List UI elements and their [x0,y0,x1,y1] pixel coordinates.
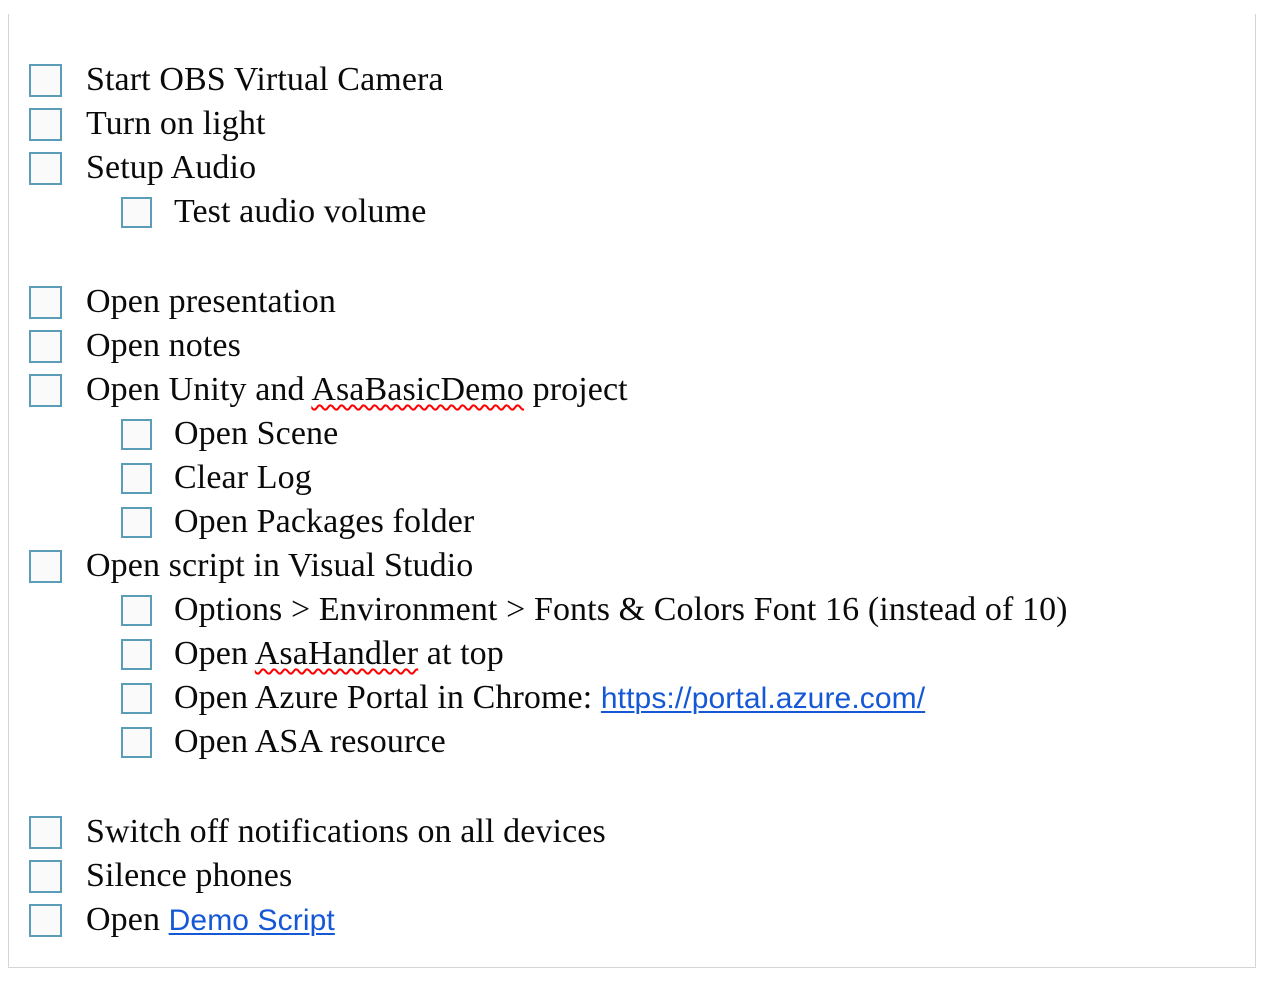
checklist-row[interactable]: Clear Log [9,456,1255,500]
checklist-row[interactable]: Options > Environment > Fonts & Colors F… [9,588,1255,632]
checklist-label-options-environment-fonts-colors: Options > Environment > Fonts & Colors F… [174,591,1068,628]
checkbox-open-asa-resource[interactable] [121,726,152,758]
checkbox-silence-phones[interactable] [29,859,62,893]
checklist-row[interactable]: Switch off notifications on all devices [9,810,1255,854]
checklist-label-start-obs-virtual-camera: Start OBS Virtual Camera [86,61,444,98]
checklist-label-clear-log: Clear Log [174,459,312,496]
checklist-label-setup-audio: Setup Audio [86,149,257,186]
checkbox-options-environment-fonts-colors[interactable] [121,594,152,626]
checklist-row[interactable]: Open notes [9,324,1255,368]
misspelled-word: AsaBasicDemo [311,371,525,408]
checkbox-open-presentation[interactable] [29,285,62,319]
checklist-label-switch-off-notifications-on-all-devices: Switch off notifications on all devices [86,813,606,850]
checkbox-test-audio-volume[interactable] [121,196,152,228]
checklist-row[interactable]: Open Scene [9,412,1255,456]
checklist-label-open-asahandler-at-top: Open AsaHandler at top [152,637,504,671]
text-fragment: Open Azure Portal in Chrome: [174,679,601,716]
checklist-window: Start OBS Virtual Camera Turn on light Set… [8,14,1256,968]
checkbox-switch-off-notifications-on-all-devices[interactable] [29,815,62,849]
checkbox-turn-on-light[interactable] [29,107,62,141]
checklist-label-open-unity-and-asabasicdemo-project: Open Unity and AsaBasicDemo project [62,373,628,407]
checklist-row[interactable]: Turn on light [9,102,1255,146]
text-fragment: at top [418,635,504,672]
checkbox-open-scene[interactable] [121,418,152,450]
checklist-label-test-audio-volume: Test audio volume [174,193,427,230]
checkbox-setup-audio[interactable] [29,151,62,185]
checklist-spacer [9,764,1255,810]
checklist-row[interactable]: Setup Audio [9,146,1255,190]
checklist-row[interactable]: Open Azure Portal in Chrome: https://por… [9,676,1255,720]
checkbox-clear-log[interactable] [121,462,152,494]
checklist-row[interactable]: Start OBS Virtual Camera [9,58,1255,102]
checkbox-open-script-in-visual-studio[interactable] [29,549,62,583]
checklist-spacer [9,234,1255,280]
checklist-label-open-azure-portal-in-chrome: Open Azure Portal in Chrome: https://por… [152,681,925,715]
checklist-label-open-asa-resource: Open ASA resource [174,723,446,760]
checklist-row[interactable]: Open script in Visual Studio [9,544,1255,588]
checklist-label-open-presentation: Open presentation [86,283,337,320]
text-fragment: Open [174,635,255,672]
checklist-row[interactable]: Open AsaHandler at top [9,632,1255,676]
text-fragment: Open Unity and [86,371,312,408]
checklist-row[interactable]: Open Packages folder [9,500,1255,544]
checklist-row[interactable]: Test audio volume [9,190,1255,234]
checkbox-open-azure-portal-in-chrome[interactable] [121,682,152,714]
hyperlink-open-azure-portal-in-chrome[interactable]: https://portal.azure.com/ [601,682,925,715]
checklist-label-open-script-in-visual-studio: Open script in Visual Studio [86,547,474,584]
checkbox-open-packages-folder[interactable] [121,506,152,538]
checkbox-open-unity-and-asabasicdemo-project[interactable] [29,373,62,407]
checklist-label-open-notes: Open notes [86,327,241,364]
checklist-label-silence-phones: Silence phones [86,857,293,894]
checklist-label-open-demo-script: Open Demo Script [62,903,335,937]
checklist-label-turn-on-light: Turn on light [86,105,266,142]
checklist-row[interactable]: Open Demo Script [9,898,1255,942]
text-fragment: project [524,371,628,408]
checkbox-start-obs-virtual-camera[interactable] [29,63,62,97]
checklist-row[interactable]: Open presentation [9,280,1255,324]
checklist-label-open-scene: Open Scene [174,415,339,452]
checklist-row[interactable]: Open Unity and AsaBasicDemo project [9,368,1255,412]
checklist: Start OBS Virtual Camera Turn on light Set… [9,42,1255,967]
text-fragment: Open [86,901,169,938]
misspelled-word: AsaHandler [254,635,419,672]
checklist-row[interactable]: Open ASA resource [9,720,1255,764]
checkbox-open-demo-script[interactable] [29,903,62,937]
checklist-row[interactable]: Silence phones [9,854,1255,898]
hyperlink-open-demo-script[interactable]: Demo Script [169,904,335,937]
checkbox-open-notes[interactable] [29,329,62,363]
checkbox-open-asahandler-at-top[interactable] [121,638,152,670]
checklist-label-open-packages-folder: Open Packages folder [174,503,475,540]
